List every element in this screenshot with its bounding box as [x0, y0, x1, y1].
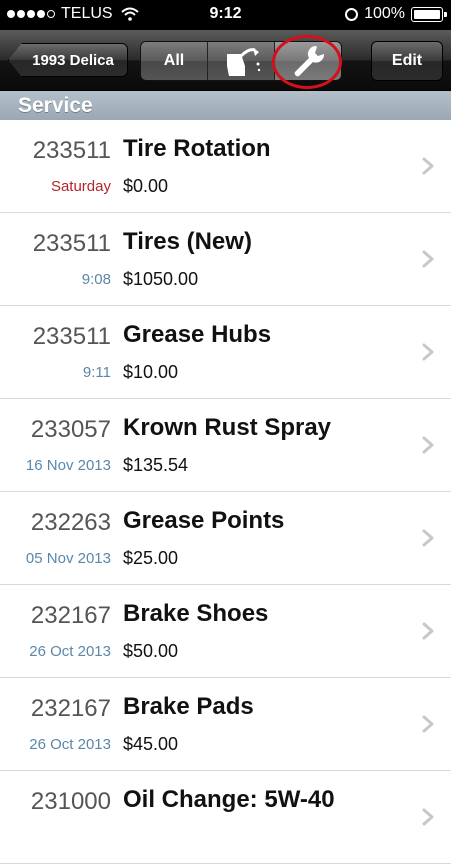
chevron-right-icon — [422, 622, 434, 640]
entry-date: 05 Nov 2013 — [25, 550, 111, 567]
service-name: Tire Rotation — [123, 135, 271, 162]
entry-date: 9:11 — [82, 364, 111, 381]
service-name: Grease Hubs — [123, 321, 272, 348]
service-cost: $135.54 — [123, 455, 189, 475]
odometer-reading: 231000 — [30, 788, 111, 815]
odometer-reading: 233511 — [32, 323, 111, 350]
entry-date: 26 Oct 2013 — [29, 643, 111, 660]
list-item[interactable]: 231000 Oil Change: 5W-40 — [0, 771, 451, 864]
service-name: Brake Pads — [123, 693, 254, 720]
list-item[interactable]: 233511 9:08 Tires (New) $1050.00 — [0, 213, 451, 306]
list-item[interactable]: 232167 26 Oct 2013 Brake Pads $45.00 — [0, 678, 451, 771]
service-name: Tires (New) — [123, 228, 252, 255]
odometer-reading: 233057 — [30, 416, 111, 443]
odometer-reading: 232263 — [30, 509, 111, 536]
service-name: Grease Points — [123, 507, 285, 534]
service-cost: $10.00 — [123, 362, 179, 382]
service-cost: $25.00 — [123, 548, 179, 568]
list-item[interactable]: 233511 Saturday Tire Rotation $0.00 — [0, 120, 451, 213]
fuel-pump-icon — [227, 48, 261, 76]
entry-date: 16 Nov 2013 — [25, 457, 111, 474]
service-name: Oil Change: 5W-40 — [123, 786, 335, 813]
chevron-right-icon — [422, 436, 434, 454]
service-list: 233511 Saturday Tire Rotation $0.00 2335… — [0, 120, 451, 864]
chevron-right-icon — [422, 157, 434, 175]
service-cost: $50.00 — [123, 641, 179, 661]
chevron-right-icon — [422, 715, 434, 733]
battery-icon — [411, 6, 447, 22]
segment-all[interactable]: All — [141, 42, 208, 80]
chevron-right-icon — [422, 529, 434, 547]
chevron-right-icon — [422, 343, 434, 361]
segment-fuel[interactable] — [208, 42, 275, 80]
edit-button[interactable]: Edit — [371, 41, 443, 81]
status-right: 100% — [345, 5, 447, 23]
odometer-reading: 232167 — [30, 602, 111, 629]
back-button[interactable]: 1993 Delica — [8, 43, 128, 77]
service-cost: $45.00 — [123, 734, 179, 754]
list-item[interactable]: 232263 05 Nov 2013 Grease Points $25.00 — [0, 492, 451, 585]
service-cost: $0.00 — [123, 176, 169, 196]
status-bar: TELUS 9:12 100% — [0, 0, 451, 30]
battery-percent: 100% — [364, 5, 405, 22]
entry-date: 9:08 — [81, 271, 111, 288]
list-item[interactable]: 232167 26 Oct 2013 Brake Shoes $50.00 — [0, 585, 451, 678]
chevron-right-icon — [422, 808, 434, 826]
list-item[interactable]: 233511 9:11 Grease Hubs $10.00 — [0, 306, 451, 399]
service-name: Brake Shoes — [123, 600, 269, 627]
navigation-bar: 1993 Delica All Edit — [0, 30, 451, 91]
chevron-right-icon — [422, 250, 434, 268]
alarm-icon — [345, 7, 359, 21]
list-item[interactable]: 233057 16 Nov 2013 Krown Rust Spray $135… — [0, 399, 451, 492]
odometer-reading: 233511 — [32, 137, 111, 164]
entry-date: Saturday — [50, 178, 111, 195]
highlight-ring-annotation — [272, 35, 342, 89]
entry-date: 26 Oct 2013 — [29, 736, 111, 753]
odometer-reading: 233511 — [32, 230, 111, 257]
section-header: Service — [0, 91, 451, 120]
service-name: Krown Rust Spray — [123, 414, 332, 441]
service-cost: $1050.00 — [123, 269, 199, 289]
odometer-reading: 232167 — [30, 695, 111, 722]
